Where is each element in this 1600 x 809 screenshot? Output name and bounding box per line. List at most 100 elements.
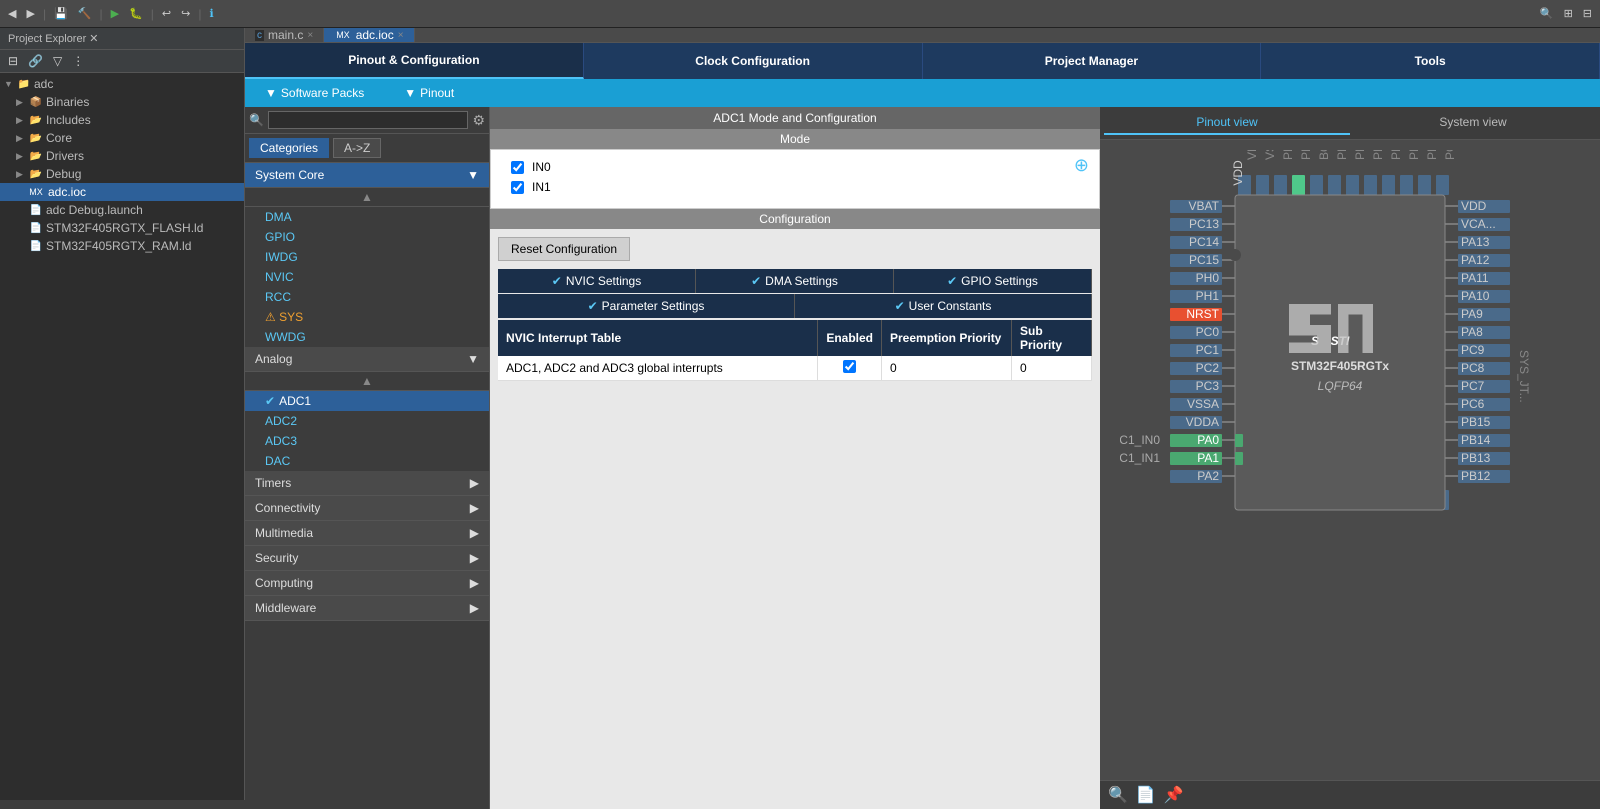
cat-header-timers[interactable]: Timers ▶ [245,471,489,496]
tab-system-view[interactable]: System view [1350,111,1596,135]
cat-item-wwdg[interactable]: WWDG [245,327,489,347]
cat-item-rcc[interactable]: RCC [245,287,489,307]
tree-item-core[interactable]: ▶ 📂 Core [0,129,244,147]
cat-item-sys[interactable]: ⚠ SYS [245,307,489,327]
pe-menu-btn[interactable]: ⋮ [68,52,88,70]
zoom-in-icon[interactable]: 🔍 [1108,785,1128,805]
filter-tab-az[interactable]: A->Z [333,138,381,158]
cat-item-iwdg[interactable]: IWDG [245,247,489,267]
interrupt-enabled[interactable] [818,356,882,381]
cat-item-gpio[interactable]: GPIO [245,227,489,247]
svg-text:PC3: PC3 [1196,379,1220,393]
toolbar-save[interactable]: 💾 [50,5,72,22]
cat-item-dma[interactable]: DMA [245,207,489,227]
sub-nav-pinout[interactable]: ▼ Pinout [384,86,474,100]
svg-text:PH1: PH1 [1196,289,1220,303]
security-chevron: ▶ [470,551,479,565]
settings-tab-dma[interactable]: ✔ DMA Settings [696,269,894,293]
toolbar-undo[interactable]: ↩ [158,5,175,22]
adc-header: ADC1 Mode and Configuration [490,107,1100,129]
toolbar-forward[interactable]: ▶ [22,5,38,22]
svg-text:VDD: VDD [1461,199,1487,213]
cat-item-nvic[interactable]: NVIC [245,267,489,287]
tab-main-c-close[interactable]: × [307,30,313,41]
interrupt-enabled-checkbox[interactable] [843,360,856,373]
gear-icon[interactable]: ⚙ [472,112,485,129]
system-core-up-arrow[interactable]: ▲ [245,188,489,207]
settings-tab-user-const[interactable]: ✔ User Constants [795,294,1092,318]
toolbar-run[interactable]: ▶ [107,5,123,22]
cat-item-adc1[interactable]: ✔ ADC1 [245,391,489,411]
config-nav-pinout[interactable]: Pinout & Configuration [245,43,584,79]
project-explorer: Project Explorer ✕ ⊟ 🔗 ▽ ⋮ ▼ 📁 adc ▶ 📦 B… [0,28,245,800]
svg-text:PC12: PC12 [1443,150,1457,160]
cat-header-middleware[interactable]: Middleware ▶ [245,596,489,621]
pe-filter-btn[interactable]: ▽ [49,52,66,70]
toolbar-layout[interactable]: ⊞ [1560,5,1577,22]
tree-item-adc[interactable]: ▼ 📁 adc [0,75,244,93]
toolbar-window[interactable]: ⊟ [1579,5,1596,22]
svg-text:PC1: PC1 [1196,343,1220,357]
pe-collapse-btn[interactable]: ⊟ [4,52,22,70]
config-nav-tools[interactable]: Tools [1261,43,1600,79]
svg-text:PB15: PB15 [1461,415,1491,429]
tree-item-adc-ioc[interactable]: MX adc.ioc [0,183,244,201]
user-const-tab-label: User Constants [909,299,992,313]
search-input[interactable] [268,111,468,129]
cat-header-security[interactable]: Security ▶ [245,546,489,571]
settings-tab-gpio[interactable]: ✔ GPIO Settings [894,269,1092,293]
tree-item-debug[interactable]: ▶ 📂 Debug [0,165,244,183]
toolbar-build[interactable]: 🔨 [74,5,96,22]
pin-list-icon[interactable]: 📌 [1164,785,1184,805]
toolbar-back[interactable]: ◀ [4,5,20,22]
tree-item-binaries[interactable]: ▶ 📦 Binaries [0,93,244,111]
launch-icon: 📄 [28,202,44,218]
in1-checkbox[interactable] [511,181,524,194]
zoom-out-icon[interactable]: 📄 [1136,785,1156,805]
cat-header-multimedia[interactable]: Multimedia ▶ [245,521,489,546]
tree-label-adc-ioc: adc.ioc [48,185,86,199]
analog-label: Analog [255,352,292,366]
toolbar-redo[interactable]: ↪ [177,5,194,22]
cat-header-system-core[interactable]: System Core ▼ [245,163,489,188]
toolbar-search[interactable]: 🔍 [1536,5,1558,22]
tree-item-includes[interactable]: ▶ 📂 Includes [0,111,244,129]
config-nav-clock-label: Clock Configuration [695,54,810,68]
expand-arrow-debug: ▶ [16,169,28,180]
tree-item-drivers[interactable]: ▶ 📂 Drivers [0,147,244,165]
toolbar-debug[interactable]: 🐛 [125,5,147,22]
analog-up-arrow[interactable]: ▲ [245,372,489,391]
tree-label-launch: adc Debug.launch [46,203,143,217]
config-nav-project[interactable]: Project Manager [923,43,1262,79]
cat-item-adc2[interactable]: ADC2 [245,411,489,431]
cat-header-connectivity[interactable]: Connectivity ▶ [245,496,489,521]
right-area: c main.c × MX adc.ioc × Pinout & Configu… [245,28,1600,800]
in0-checkbox[interactable] [511,161,524,174]
table-row: ADC1, ADC2 and ADC3 global interrupts 0 [498,356,1092,381]
svg-text:VCA...: VCA... [1461,217,1496,231]
tree-item-ram-ld[interactable]: 📄 STM32F405RGTX_RAM.ld [0,237,244,255]
cat-header-analog[interactable]: Analog ▼ [245,347,489,372]
cat-item-dac[interactable]: DAC [245,451,489,471]
tree-item-flash-ld[interactable]: 📄 STM32F405RGTX_FLASH.ld [0,219,244,237]
filter-tab-categories[interactable]: Categories [249,138,329,158]
tab-pinout-view[interactable]: Pinout view [1104,111,1350,135]
svg-text:PC0: PC0 [1196,325,1220,339]
cat-header-computing[interactable]: Computing ▶ [245,571,489,596]
cat-section-security: Security ▶ [245,546,489,571]
tab-adc-ioc[interactable]: MX adc.ioc × [324,28,414,42]
tab-main-c[interactable]: c main.c × [245,28,324,42]
tab-adc-ioc-close[interactable]: × [398,30,404,41]
reset-config-button[interactable]: Reset Configuration [498,237,630,261]
toolbar-info[interactable]: ℹ [205,5,217,22]
pe-link-btn[interactable]: 🔗 [24,52,47,70]
settings-tab-nvic[interactable]: ✔ NVIC Settings [498,269,696,293]
mode-expand-btn[interactable]: ⊕ [1074,155,1089,176]
tree-item-launch[interactable]: 📄 adc Debug.launch [0,201,244,219]
settings-tab-param[interactable]: ✔ Parameter Settings [498,294,795,318]
svg-text:PC6: PC6 [1461,397,1485,411]
svg-text:VDD: VDD [1245,150,1259,160]
sub-nav-software-packs[interactable]: ▼ Software Packs [245,86,384,100]
cat-item-adc3[interactable]: ADC3 [245,431,489,451]
config-nav-clock[interactable]: Clock Configuration [584,43,923,79]
